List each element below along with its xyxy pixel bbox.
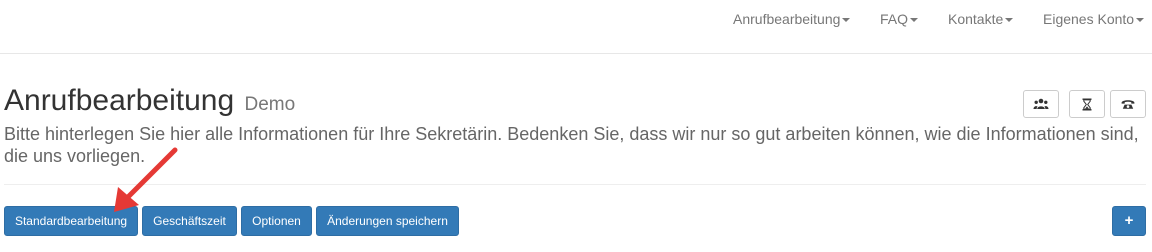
tab-optionen[interactable]: Optionen — [241, 206, 312, 236]
caret-down-icon — [842, 18, 851, 23]
nav-item-label: Anrufbearbeitung — [733, 11, 841, 27]
users-icon — [1033, 98, 1049, 109]
users-button[interactable] — [1023, 90, 1059, 118]
page-subtitle: Demo — [244, 94, 296, 115]
page-title-text: Anrufbearbeitung — [4, 84, 235, 117]
divider — [4, 184, 1146, 185]
add-button[interactable]: + — [1112, 206, 1146, 236]
caret-down-icon — [910, 18, 919, 23]
intro-text: Bitte hinterlegen Sie hier alle Informat… — [4, 124, 1139, 166]
phone-icon — [1121, 100, 1135, 109]
phone-button[interactable] — [1110, 90, 1146, 118]
caret-down-icon — [1005, 18, 1014, 23]
nav-item-kontakte[interactable]: Kontakte — [948, 11, 1014, 29]
nav-item-anrufbearbeitung[interactable]: Anrufbearbeitung — [733, 11, 851, 29]
nav-item-label: FAQ — [880, 11, 909, 27]
nav-item-faq[interactable]: FAQ — [880, 11, 919, 29]
nav-item-eigenes-konto[interactable]: Eigenes Konto — [1043, 11, 1145, 29]
page-title: Anrufbearbeitung Demo — [4, 83, 295, 123]
hourglass-button[interactable] — [1069, 90, 1105, 118]
nav-item-label: Kontakte — [948, 11, 1004, 27]
top-navbar: Anrufbearbeitung FAQ Kontakte Eigenes Ko… — [0, 0, 1152, 54]
caret-down-icon — [1136, 18, 1145, 23]
hourglass-icon — [1082, 98, 1092, 110]
tab-geschaeftszeit[interactable]: Geschäftszeit — [142, 206, 237, 236]
save-changes-button[interactable]: Änderungen speichern — [316, 206, 459, 236]
tab-standardbearbeitung[interactable]: Standardbearbeitung — [4, 206, 138, 236]
nav-item-label: Eigenes Konto — [1043, 11, 1135, 27]
